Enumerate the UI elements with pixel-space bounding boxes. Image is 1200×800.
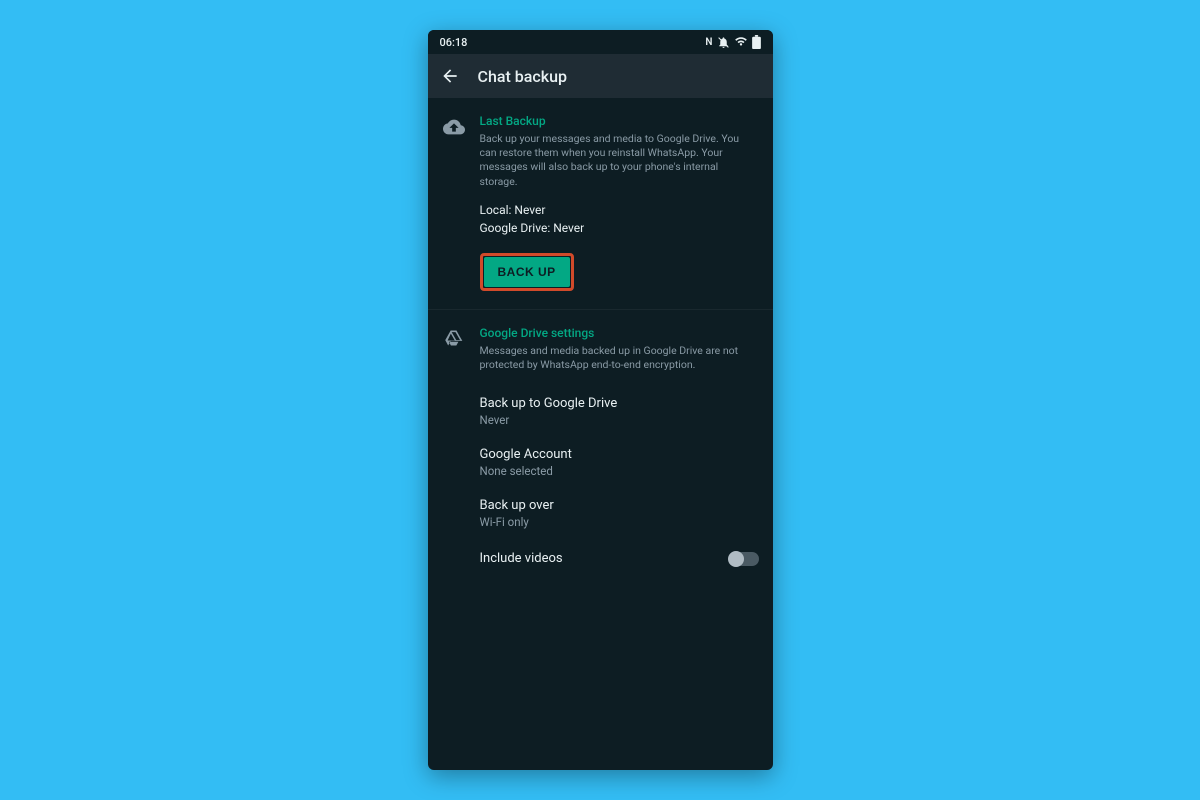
tutorial-highlight: BACK UP xyxy=(480,253,574,291)
arrow-back-icon xyxy=(440,66,460,86)
cloud-upload-icon xyxy=(442,114,466,291)
include-videos-label: Include videos xyxy=(480,551,563,566)
back-button[interactable] xyxy=(440,66,460,86)
setting-value: Never xyxy=(480,413,759,427)
gdrive-backup-value: Google Drive: Never xyxy=(480,221,759,235)
include-videos-switch[interactable] xyxy=(729,552,759,566)
app-bar: Chat backup xyxy=(428,54,773,98)
last-backup-section: Last Backup Back up your messages and me… xyxy=(428,98,773,310)
last-backup-desc: Back up your messages and media to Googl… xyxy=(480,132,759,189)
gdrive-settings-desc: Messages and media backed up in Google D… xyxy=(480,344,759,372)
backup-button[interactable]: BACK UP xyxy=(484,257,570,287)
setting-google-account[interactable]: Google Account None selected xyxy=(480,437,759,488)
setting-label: Back up over xyxy=(480,498,759,513)
local-backup-value: Local: Never xyxy=(480,203,759,217)
gdrive-settings-title: Google Drive settings xyxy=(480,326,759,340)
google-drive-icon xyxy=(442,326,466,570)
setting-backup-frequency[interactable]: Back up to Google Drive Never xyxy=(480,386,759,437)
status-time: 06:18 xyxy=(440,36,468,49)
setting-backup-over[interactable]: Back up over Wi-Fi only xyxy=(480,488,759,539)
setting-label: Back up to Google Drive xyxy=(480,396,759,411)
status-bar: 06:18 N xyxy=(428,30,773,54)
page-title: Chat backup xyxy=(478,67,567,86)
switch-knob xyxy=(728,551,744,567)
notifications-off-icon xyxy=(717,36,730,49)
battery-icon xyxy=(752,35,761,49)
setting-include-videos[interactable]: Include videos xyxy=(480,539,759,570)
setting-value: Wi-Fi only xyxy=(480,515,759,529)
nfc-icon: N xyxy=(705,37,712,48)
status-icons: N xyxy=(705,35,760,49)
phone-frame: 06:18 N Chat backup Last Backup Back up … xyxy=(428,30,773,770)
wifi-icon xyxy=(734,35,748,49)
setting-label: Google Account xyxy=(480,447,759,462)
last-backup-title: Last Backup xyxy=(480,114,759,128)
content-scroll[interactable]: Last Backup Back up your messages and me… xyxy=(428,98,773,770)
gdrive-settings-section: Google Drive settings Messages and media… xyxy=(428,310,773,588)
setting-value: None selected xyxy=(480,464,759,478)
